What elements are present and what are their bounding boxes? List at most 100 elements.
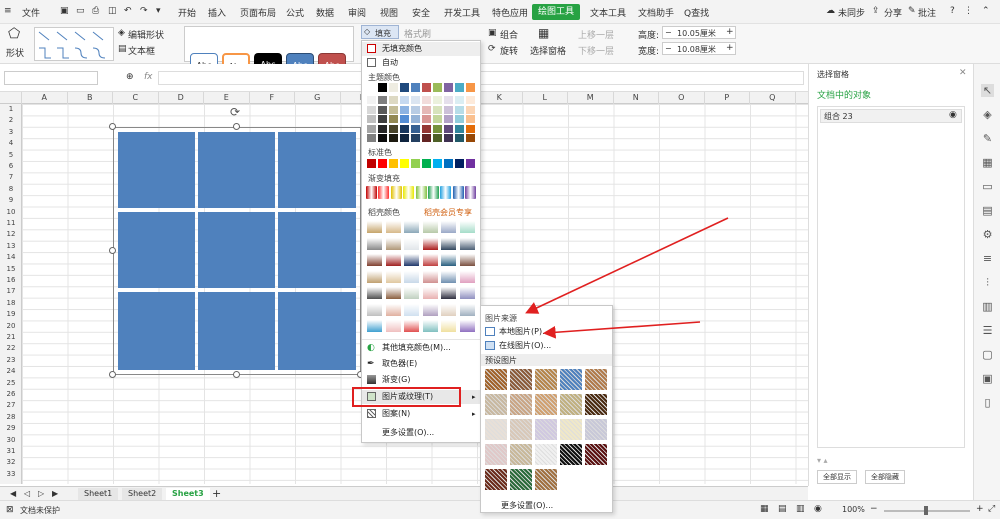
theme-color-swatch[interactable] xyxy=(378,115,387,123)
standard-color-swatch[interactable] xyxy=(378,159,387,168)
more-settings-sub-item[interactable]: 更多设置(O)... xyxy=(481,499,612,513)
gradient-item[interactable]: 渐变(G) xyxy=(362,373,480,387)
select-all-corner[interactable] xyxy=(0,92,22,104)
theme-color-swatch[interactable] xyxy=(378,83,387,92)
row-header[interactable]: 15 xyxy=(0,264,22,275)
theme-color-swatch[interactable] xyxy=(411,134,420,142)
theme-color-swatch[interactable] xyxy=(455,96,464,104)
texture-swatch[interactable] xyxy=(385,270,401,283)
hamburger-icon[interactable]: ≡ xyxy=(4,6,12,16)
column-header[interactable]: E xyxy=(204,92,250,104)
theme-color-swatch[interactable] xyxy=(444,96,453,104)
width-plus[interactable]: + xyxy=(726,43,734,53)
row-header[interactable]: 4 xyxy=(0,138,22,149)
resize-handle[interactable] xyxy=(109,247,116,254)
texture-swatch[interactable] xyxy=(385,237,401,250)
row-header[interactable]: 31 xyxy=(0,446,22,457)
column-header[interactable]: O xyxy=(659,92,705,104)
theme-color-swatch[interactable] xyxy=(389,105,398,114)
preset-texture-swatch[interactable] xyxy=(535,444,557,465)
theme-color-swatch[interactable] xyxy=(422,124,431,133)
row-header[interactable]: 27 xyxy=(0,400,22,411)
preset-texture-swatch[interactable] xyxy=(560,444,582,465)
theme-color-swatch[interactable] xyxy=(455,83,464,92)
sync-status[interactable]: 未同步 xyxy=(838,6,865,19)
texture-swatch[interactable] xyxy=(441,270,456,283)
texture-swatch[interactable] xyxy=(441,254,456,266)
preset-texture-swatch[interactable] xyxy=(535,419,557,440)
theme-color-swatch[interactable] xyxy=(444,134,453,142)
theme-color-swatch[interactable] xyxy=(400,124,409,133)
search-button[interactable]: Q查找 xyxy=(684,6,709,19)
grid-shape-9[interactable] xyxy=(278,292,356,370)
theme-color-swatch[interactable] xyxy=(411,105,420,114)
texture-swatch[interactable] xyxy=(404,320,419,332)
theme-color-swatch[interactable] xyxy=(422,96,431,104)
row-header[interactable]: 12 xyxy=(0,229,22,240)
bring-forward-button[interactable]: 上移一层 xyxy=(578,28,614,41)
column-header[interactable]: D xyxy=(159,92,204,104)
theme-color-swatch[interactable] xyxy=(389,134,398,142)
grid-shape-5[interactable] xyxy=(198,212,275,288)
texture-swatch[interactable] xyxy=(367,303,382,316)
adjust-icon[interactable]: ≡ xyxy=(981,252,994,265)
row-header[interactable]: 32 xyxy=(0,457,22,468)
group-button[interactable]: 组合 xyxy=(500,28,518,41)
texture-swatch[interactable] xyxy=(385,320,401,332)
grid-shape-2[interactable] xyxy=(198,132,275,208)
theme-color-swatch[interactable] xyxy=(466,115,475,123)
eye-view-icon[interactable]: ◉ xyxy=(814,504,822,514)
more-icon[interactable]: ⋮ xyxy=(964,6,973,16)
theme-color-swatch[interactable] xyxy=(466,83,475,92)
zoom-icon[interactable]: ⊕ xyxy=(126,72,134,82)
collapse-icon[interactable]: ⌃ xyxy=(982,6,990,16)
standard-color-swatch[interactable] xyxy=(433,159,442,168)
theme-color-swatch[interactable] xyxy=(433,96,442,104)
theme-color-swatch[interactable] xyxy=(367,83,376,92)
resize-handle[interactable] xyxy=(109,123,116,130)
theme-color-swatch[interactable] xyxy=(444,105,453,114)
preset-texture-swatch[interactable] xyxy=(560,394,582,415)
share-icon[interactable]: ⇪ xyxy=(872,6,880,16)
column-header[interactable]: B xyxy=(68,92,113,104)
settings-icon[interactable]: ⚙ xyxy=(981,228,994,241)
tab-data[interactable]: 数据 xyxy=(316,6,334,19)
row-header[interactable]: 13 xyxy=(0,241,22,252)
theme-color-swatch[interactable] xyxy=(422,115,431,123)
preview-icon[interactable]: ◫ xyxy=(108,6,117,16)
theme-color-swatch[interactable] xyxy=(455,105,464,114)
column-header[interactable]: N xyxy=(614,92,659,104)
texture-swatch[interactable] xyxy=(367,237,382,250)
cloud-icon[interactable]: ☁ xyxy=(826,6,835,16)
texture-swatch[interactable] xyxy=(404,254,419,266)
preset-texture-swatch[interactable] xyxy=(485,394,507,415)
comment-button[interactable]: 批注 xyxy=(918,6,936,19)
texture-swatch[interactable] xyxy=(367,221,382,233)
save-icon[interactable]: ▣ xyxy=(60,6,69,16)
column-header[interactable]: K xyxy=(477,92,523,104)
filter-icon[interactable]: ⫶ xyxy=(981,276,994,289)
theme-color-swatch[interactable] xyxy=(433,134,442,142)
image-icon[interactable]: ▭ xyxy=(981,180,994,193)
theme-color-swatch[interactable] xyxy=(400,115,409,123)
row-header[interactable]: 7 xyxy=(0,172,22,183)
more-fill-colors-item[interactable]: ◐ 其他填充颜色(M)... xyxy=(362,341,480,355)
note-icon[interactable]: ▢ xyxy=(981,348,994,361)
theme-color-swatch[interactable] xyxy=(433,83,442,92)
texture-swatch[interactable] xyxy=(422,287,438,299)
last-sheet-icon[interactable]: ▶ xyxy=(46,488,64,500)
height-plus[interactable]: + xyxy=(726,27,734,37)
object-item[interactable]: 组合 23 ◉ xyxy=(820,109,962,123)
row-header[interactable]: 11 xyxy=(0,218,22,229)
tab-special[interactable]: 特色应用 xyxy=(492,6,528,19)
row-header[interactable]: 19 xyxy=(0,309,22,320)
member-exclusive-badge[interactable]: 稻壳会员专享 xyxy=(424,207,472,218)
gradient-swatch[interactable] xyxy=(403,186,415,199)
tab-home[interactable]: 开始 xyxy=(178,6,196,19)
column-header[interactable]: L xyxy=(523,92,568,104)
texture-swatch[interactable] xyxy=(385,303,401,316)
print-icon[interactable]: ⎙ xyxy=(92,6,99,16)
texture-swatch[interactable] xyxy=(459,287,475,299)
texture-swatch[interactable] xyxy=(441,221,456,233)
table-icon[interactable]: ▦ xyxy=(981,156,994,169)
